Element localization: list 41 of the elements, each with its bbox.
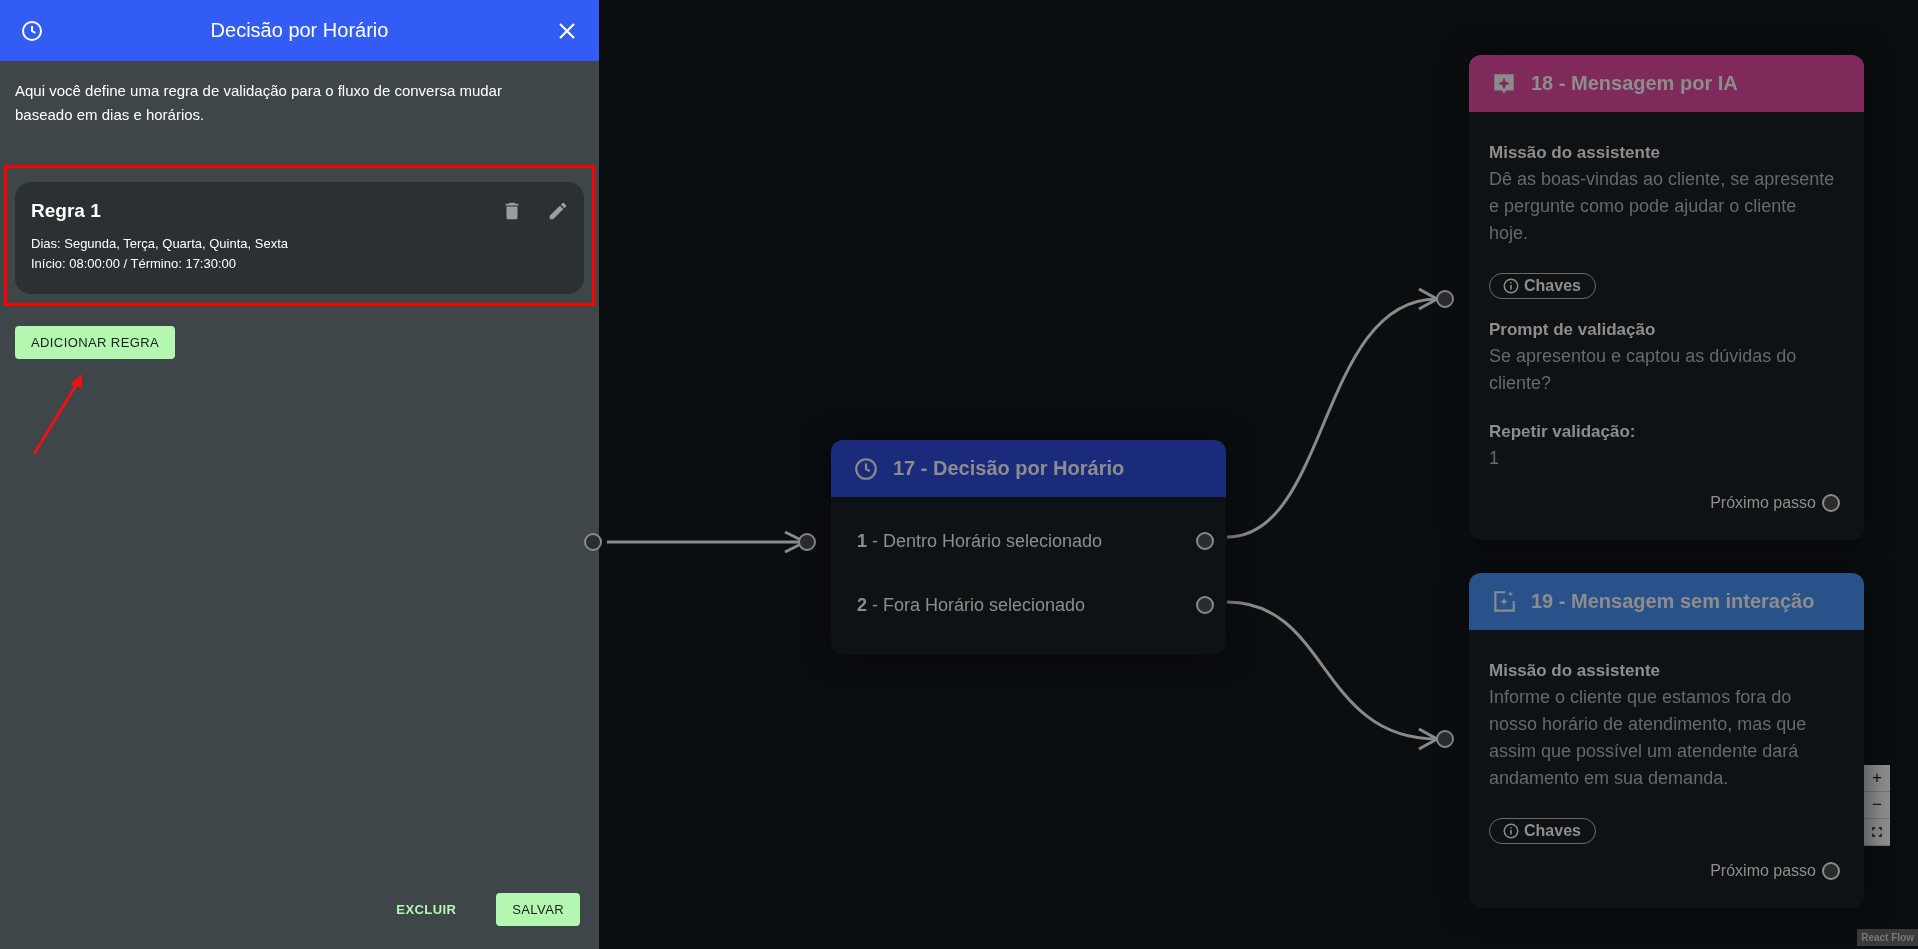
field-text: Dê as boas-vindas ao cliente, se apresente e pergunte como pode ajudar o cliente hoje. <box>1489 168 1836 245</box>
rule-hours: Início: 08:00:00 / Término: 17:30:00 <box>31 255 237 273</box>
handle-dot[interactable] <box>1196 596 1214 614</box>
fullscreen-icon <box>1870 825 1884 839</box>
info-icon <box>1502 277 1520 295</box>
pencil-icon[interactable] <box>547 200 569 222</box>
flow-node[interactable]: 17 - Decisão por Horário 1 - Dentro Horário selecionado 2 - Fora Horário selecionado <box>831 440 1226 655</box>
clock-icon <box>20 18 44 43</box>
clock-icon <box>853 455 879 482</box>
delete-button[interactable]: EXCLUIR <box>380 893 473 926</box>
field-label: Missão do assistente <box>1489 142 1661 164</box>
handle-dot[interactable] <box>798 533 816 551</box>
rule-title: Regra 1 <box>31 200 102 222</box>
field-label: Repetir validação: <box>1489 421 1636 443</box>
flow-node[interactable] <box>1469 573 1864 908</box>
field-text: 1 <box>1489 447 1500 470</box>
field-label: Prompt de validação <box>1489 319 1657 341</box>
node-title: 18 - Mensagem por IA <box>1531 72 1738 95</box>
option-label: 1 - Dentro Horário selecionado <box>857 530 1103 552</box>
option-label: 2 - Fora Horário selecionado <box>857 594 1086 616</box>
save-button[interactable]: SALVAR <box>496 893 580 926</box>
field-label: Missão do assistente <box>1489 660 1661 682</box>
info-icon <box>1502 822 1520 840</box>
handle-dot[interactable] <box>1822 494 1840 512</box>
next-step-label: Próximo passo <box>1710 862 1816 880</box>
next-step-label: Próximo passo <box>1710 494 1816 512</box>
field-text: Informe o cliente que estamos fora do nosso horário de atendimento, mas que assim que possível um atendente dará andamento em sua demanda. <box>1489 686 1808 790</box>
handle-dot[interactable] <box>584 533 602 551</box>
handle-dot[interactable] <box>1822 862 1840 880</box>
handle-dot[interactable] <box>1436 290 1454 308</box>
sparkle-image-icon <box>1491 588 1517 615</box>
field-text: Se apresentou e captou as dúvidas do cliente? <box>1489 345 1798 395</box>
panel-title: Decisão por Horário <box>209 19 390 42</box>
node-title: 19 - Mensagem sem interação <box>1531 590 1815 613</box>
handle-dot[interactable] <box>1436 730 1454 748</box>
add-rule-button[interactable]: ADICIONAR REGRA <box>15 326 176 359</box>
flow-node[interactable] <box>1469 55 1864 540</box>
node-title: 17 - Decisão por Horário <box>893 457 1125 480</box>
rule-days: Dias: Segunda, Terça, Quarta, Quinta, Sexta <box>31 234 569 254</box>
handle-dot[interactable] <box>1196 532 1214 550</box>
panel-description: Aqui você define uma regra de validação para o fluxo de conversa mudar baseado em dias e horários. <box>15 81 503 125</box>
